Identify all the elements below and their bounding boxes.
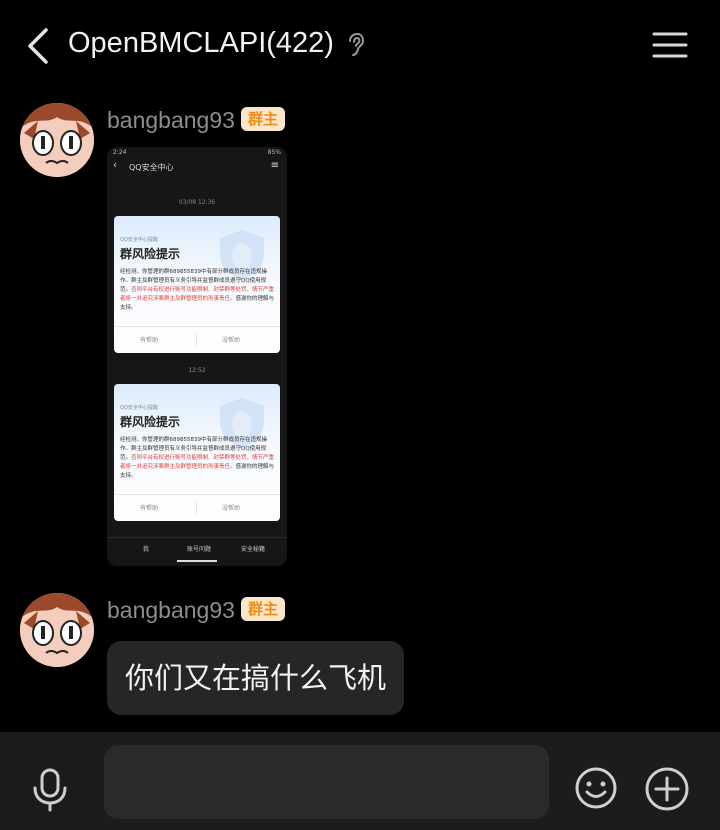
sender-name[interactable]: bangbang93 (107, 107, 235, 134)
inner-back-icon: ‹ (113, 160, 117, 171)
inner-nav-bar: ‹ QQ安全中心 ≡ (107, 159, 287, 179)
unhelpful-label: 没帮助 (222, 505, 241, 512)
smiley-icon[interactable] (574, 766, 618, 810)
notice-card: QQ安全中心提醒 群风险提示 经检测，你管理的群689855839中有部分群成员… (114, 216, 280, 353)
avatar[interactable] (20, 103, 94, 177)
chat-header: OpenBMCLAPI(422) (0, 0, 720, 92)
inner-timestamp: 12:52 (188, 367, 206, 374)
helpful-label: 有帮助 (140, 337, 159, 344)
input-bar (0, 732, 720, 830)
owner-badge: 群主 (241, 597, 286, 621)
inner-timestamp: 03/08 12:36 (178, 199, 216, 206)
sender-name[interactable]: bangbang93 (107, 597, 235, 624)
status-bar: 2:24 85% (113, 149, 281, 156)
owner-badge: 群主 (241, 107, 286, 131)
avatar-cartoon-icon (20, 593, 94, 667)
notice-card: QQ安全中心提醒 群风险提示 经检测，你管理的群689855839中有部分群成员… (114, 384, 280, 521)
helpful-label: 有帮助 (140, 505, 159, 512)
unhelpful-label: 没帮助 (222, 337, 241, 344)
image-attachment[interactable]: 2:24 85% ‹ QQ安全中心 ≡ 03/08 12:36 QQ安全中心提醒… (107, 147, 287, 566)
avatar[interactable] (20, 593, 94, 667)
microphone-icon[interactable] (30, 768, 70, 812)
hamburger-menu-icon[interactable] (652, 30, 688, 60)
ear-icon[interactable] (346, 32, 366, 58)
chat-title[interactable]: OpenBMCLAPI(422) (68, 27, 334, 60)
chevron-left-icon[interactable] (22, 26, 54, 66)
plus-circle-icon[interactable] (644, 766, 690, 812)
inner-nav-title: QQ安全中心 (129, 163, 174, 172)
message-bubble[interactable]: 你们又在搞什么飞机 (107, 641, 405, 715)
inner-menu-icon: ≡ (270, 160, 279, 171)
inner-tab-bar: 我 账号问题 安全秘籍 (107, 537, 287, 566)
message-input[interactable] (104, 745, 549, 819)
avatar-cartoon-icon (20, 103, 94, 177)
